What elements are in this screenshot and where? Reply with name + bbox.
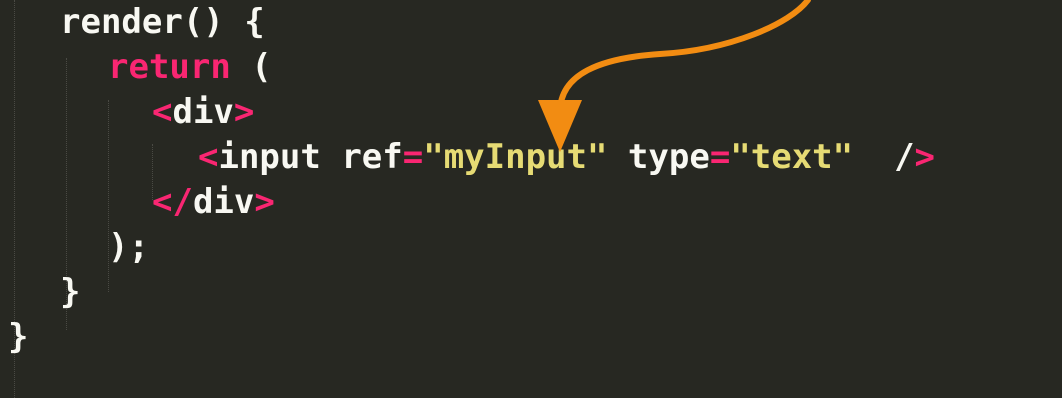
code-token-plain: } <box>60 272 81 312</box>
code-token-tag: > <box>914 137 936 177</box>
code-token-op: = <box>709 137 731 177</box>
code-token-plain: render() { <box>60 2 265 42</box>
code-token-plain: div <box>192 182 255 222</box>
code-token-plain: ); <box>108 227 149 267</box>
code-token-kw: return <box>108 47 231 87</box>
code-token-attr: type <box>607 137 710 177</box>
code-token-plain: input <box>218 137 342 177</box>
code-token-tag: > <box>254 182 275 222</box>
code-token-plain: div <box>172 92 234 132</box>
code-token-tag: < <box>152 92 173 132</box>
code-token-str: "myInput" <box>423 137 608 177</box>
code-line: } <box>60 270 80 314</box>
code-token-tag: </ <box>152 182 193 222</box>
code-line: <div> <box>152 90 254 134</box>
code-editor[interactable]: render() { return ( <div> <input ref="my… <box>0 0 1062 398</box>
code-token-tag: < <box>198 137 219 177</box>
code-line: } <box>8 315 28 359</box>
code-token-op: = <box>402 137 424 177</box>
code-line: <input ref="myInput" type="text" /> <box>198 135 935 179</box>
code-token-plain: } <box>8 317 29 357</box>
code-token-attr: ref <box>341 137 403 177</box>
code-token-tag: > <box>233 92 255 132</box>
code-token-plain: ( <box>230 47 272 87</box>
code-line: render() { <box>60 0 265 44</box>
code-line: ); <box>108 225 149 269</box>
code-line: </div> <box>152 180 275 224</box>
code-line: return ( <box>108 45 272 89</box>
code-token-plain: / <box>853 137 915 177</box>
code-area[interactable]: render() { return ( <div> <input ref="my… <box>0 0 1062 398</box>
code-token-str: "text" <box>730 137 854 177</box>
